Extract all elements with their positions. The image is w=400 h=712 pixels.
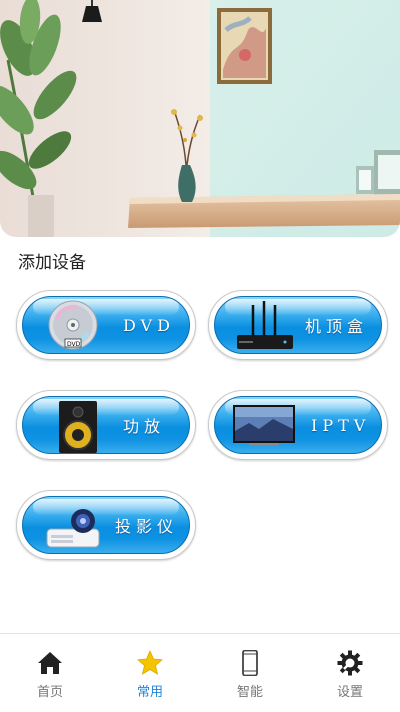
section-title: 添加设备 bbox=[18, 253, 86, 273]
nav-smart[interactable]: 智能 bbox=[200, 634, 300, 712]
set-top-box-icon bbox=[237, 301, 293, 349]
star-icon bbox=[137, 650, 163, 675]
svg-text:DVD: DVD bbox=[67, 341, 81, 348]
amplifier-label: 功放 bbox=[123, 417, 166, 436]
set-top-box-button[interactable]: 机顶盒 bbox=[208, 290, 388, 360]
nav-settings[interactable]: 设置 bbox=[300, 634, 400, 712]
nav-home[interactable]: 首页 bbox=[0, 634, 100, 712]
phone-icon bbox=[242, 650, 258, 676]
iptv-button[interactable]: IPTV bbox=[208, 390, 388, 460]
dvd-label: DVD bbox=[123, 315, 175, 335]
nav-favorites[interactable]: 常用 bbox=[100, 634, 200, 712]
dvd-button[interactable]: DVD DVD bbox=[16, 290, 196, 360]
nav-settings-label: 设置 bbox=[336, 685, 363, 700]
nav-home-label: 首页 bbox=[36, 685, 63, 700]
gear-icon bbox=[337, 650, 363, 676]
iptv-label: IPTV bbox=[311, 415, 371, 435]
projector-label: 投影仪 bbox=[115, 517, 179, 536]
projector-icon bbox=[46, 509, 100, 548]
tv-icon bbox=[233, 405, 295, 446]
set-top-box-label: 机顶盒 bbox=[305, 317, 369, 336]
speaker-icon bbox=[59, 401, 97, 453]
amplifier-button[interactable]: 功放 bbox=[16, 390, 196, 460]
nav-smart-label: 智能 bbox=[236, 685, 263, 700]
bottom-nav: 首页 常用 智能 设置 bbox=[0, 633, 400, 712]
banner-image bbox=[0, 0, 400, 237]
dvd-disc-icon: DVD bbox=[48, 300, 98, 350]
nav-favorites-label: 常用 bbox=[136, 685, 163, 700]
projector-button[interactable]: 投影仪 bbox=[16, 490, 196, 560]
home-icon bbox=[38, 652, 62, 674]
